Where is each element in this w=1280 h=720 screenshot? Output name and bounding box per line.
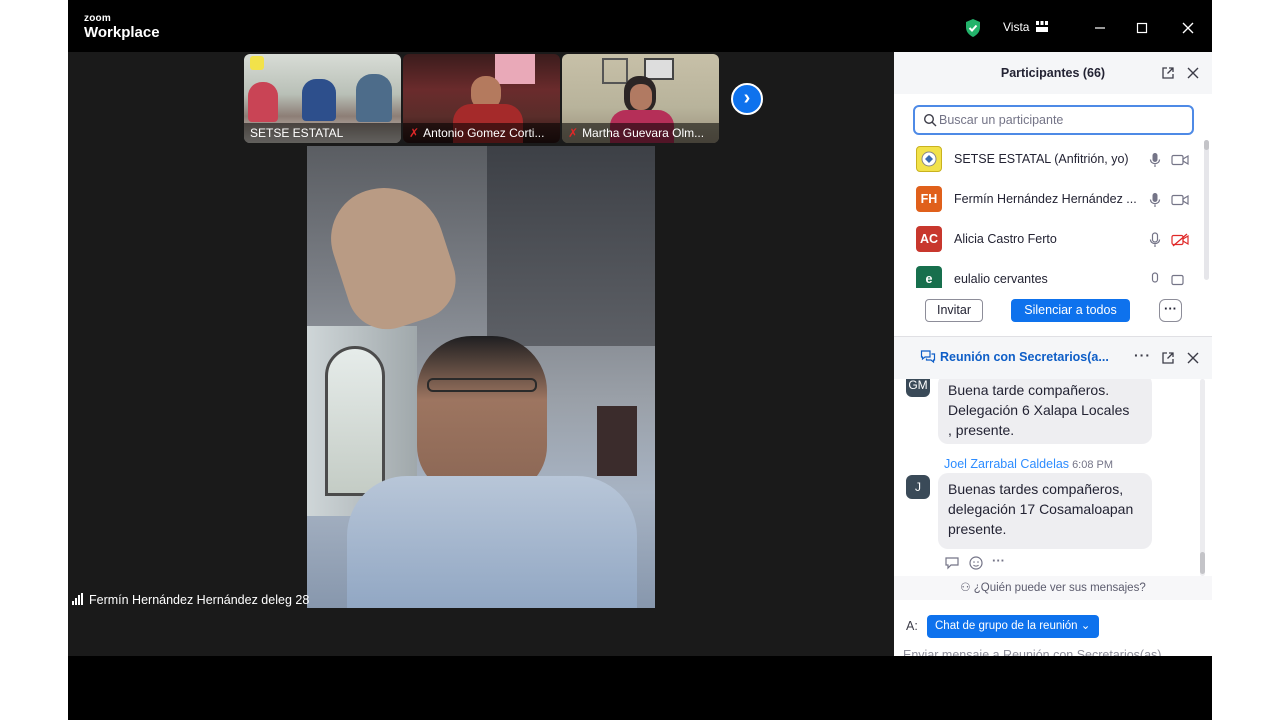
title-bar: zoom Workplace Vista [68,0,1212,52]
next-page-button[interactable]: › [731,83,763,115]
app-logo: zoom Workplace [84,13,160,41]
reply-icon[interactable] [944,555,960,571]
video-camera-icon[interactable] [1171,273,1189,287]
chat-more-button[interactable]: ··· [1134,347,1151,363]
avatar: J [906,475,930,499]
message-more-icon[interactable]: ··· [992,553,1005,568]
message-input[interactable] [903,645,1203,656]
message-sender: Joel Zarrabal Caldelas 6:08 PM [944,457,1114,471]
mic-off-icon: ✗ [568,126,579,140]
black-bar [68,656,1212,720]
pop-out-icon[interactable] [1161,351,1175,365]
chevron-down-icon: ⌄ [1077,620,1091,632]
thumbnail-video[interactable]: ✗ Antonio Gomez Corti... [403,54,560,143]
thumbnail-caption: SETSE ESTATAL [244,123,401,143]
video-camera-icon[interactable] [1171,193,1189,207]
avatar: GM [906,379,930,397]
pop-out-icon[interactable] [1161,66,1175,80]
recipient-label: A: [906,619,918,633]
chat-scroll-track[interactable] [1200,379,1205,576]
thumbnail-caption: ✗ Antonio Gomez Corti... [403,123,560,143]
mic-off-icon: ✗ [409,126,420,140]
participant-row[interactable]: FH Fermín Hernández Hernández ... [894,180,1202,220]
thumbnail-caption: ✗ Martha Guevara Olm... [562,123,719,143]
logo-workplace: Workplace [84,24,160,41]
avatar: e [916,266,942,288]
invite-button[interactable]: Invitar [925,299,983,322]
close-icon[interactable] [1186,351,1200,365]
active-speaker-video [307,146,655,608]
logo-zoom: zoom [84,13,111,24]
participant-row[interactable]: e eulalio cervantes [894,260,1202,288]
zoom-window: zoom Workplace Vista SETSE ESTATAL ✗ Ant… [68,0,1212,656]
participant-scroll-track[interactable] [1204,140,1209,280]
search-icon [923,113,937,127]
avatar: FH [916,186,942,212]
close-icon[interactable] [1186,66,1200,80]
recipient-selector[interactable]: Chat de grupo de la reunión ⌄ [927,615,1099,638]
chat-header: Reunión con Secretarios(a... ··· [894,337,1212,379]
microphone-icon[interactable] [1149,152,1161,168]
search-input[interactable] [939,112,1189,128]
close-window-icon[interactable] [1176,16,1200,40]
video-camera-icon[interactable] [1171,153,1189,167]
grid-icon[interactable] [1036,21,1048,32]
more-options-button[interactable]: ··· [1159,299,1182,322]
message-visibility-note[interactable]: ⚇ ¿Quién puede ver sus mensajes? [894,576,1212,600]
microphone-icon[interactable] [1149,232,1161,248]
thumbnail-strip: SETSE ESTATAL ✗ Antonio Gomez Corti... ✗ M… [68,52,894,146]
avatar [916,146,942,172]
chevron-right-icon: › [743,87,751,109]
emoji-icon[interactable] [968,555,984,571]
chat-message[interactable]: Buena tarde compañeros. Delegación 6 Xal… [938,379,1152,444]
shield-icon[interactable] [964,18,982,38]
video-off-icon[interactable] [1171,233,1189,247]
video-area: SETSE ESTATAL ✗ Antonio Gomez Corti... ✗ M… [68,52,894,656]
mute-all-button[interactable]: Silenciar a todos [1011,299,1130,322]
participant-name: Alicia Castro Ferto [954,232,1057,246]
chat-messages: GM Buena tarde compañeros. Delegación 6 … [894,379,1202,576]
chat-scrollbar[interactable] [1200,552,1205,574]
participant-scrollbar[interactable] [1204,140,1209,150]
participants-header: Participantes (66) [894,52,1212,94]
microphone-icon[interactable] [1149,192,1161,208]
chat-message[interactable]: Buenas tardes compañeros, delegación 17 … [938,473,1152,549]
participant-row[interactable]: AC Alicia Castro Ferto [894,220,1202,260]
view-button[interactable]: Vista [1003,20,1029,34]
thumbnail-video[interactable]: ✗ Martha Guevara Olm... [562,54,719,143]
screenshot: zoom Workplace Vista SETSE ESTATAL ✗ Ant… [0,0,1280,720]
avatar: AC [916,226,942,252]
active-speaker-label: Fermín Hernández Hernández deleg 28 [72,592,309,608]
participant-name: eulalio cervantes [954,272,1048,286]
participant-list: SETSE ESTATAL (Anfitrión, yo) FH Fermín … [894,140,1202,288]
participant-search[interactable] [913,105,1194,135]
chat-icon [920,350,936,364]
people-icon: ⚇ [960,582,974,594]
side-panel: Participantes (66) SETSE ESTATAL (Anfitr… [894,52,1212,656]
participant-name: Fermín Hernández Hernández ... [954,192,1137,206]
microphone-icon[interactable] [1149,272,1161,288]
participant-row[interactable]: SETSE ESTATAL (Anfitrión, yo) [894,140,1202,180]
chat-title[interactable]: Reunión con Secretarios(a... [940,350,1109,364]
maximize-icon[interactable] [1130,16,1154,40]
participant-name: SETSE ESTATAL (Anfitrión, yo) [954,152,1129,166]
signal-strength-icon [72,593,84,609]
organization-logo-icon [921,151,937,167]
message-time: 6:08 PM [1072,459,1114,471]
thumbnail-video[interactable]: SETSE ESTATAL [244,54,401,143]
minimize-icon[interactable] [1088,16,1112,40]
